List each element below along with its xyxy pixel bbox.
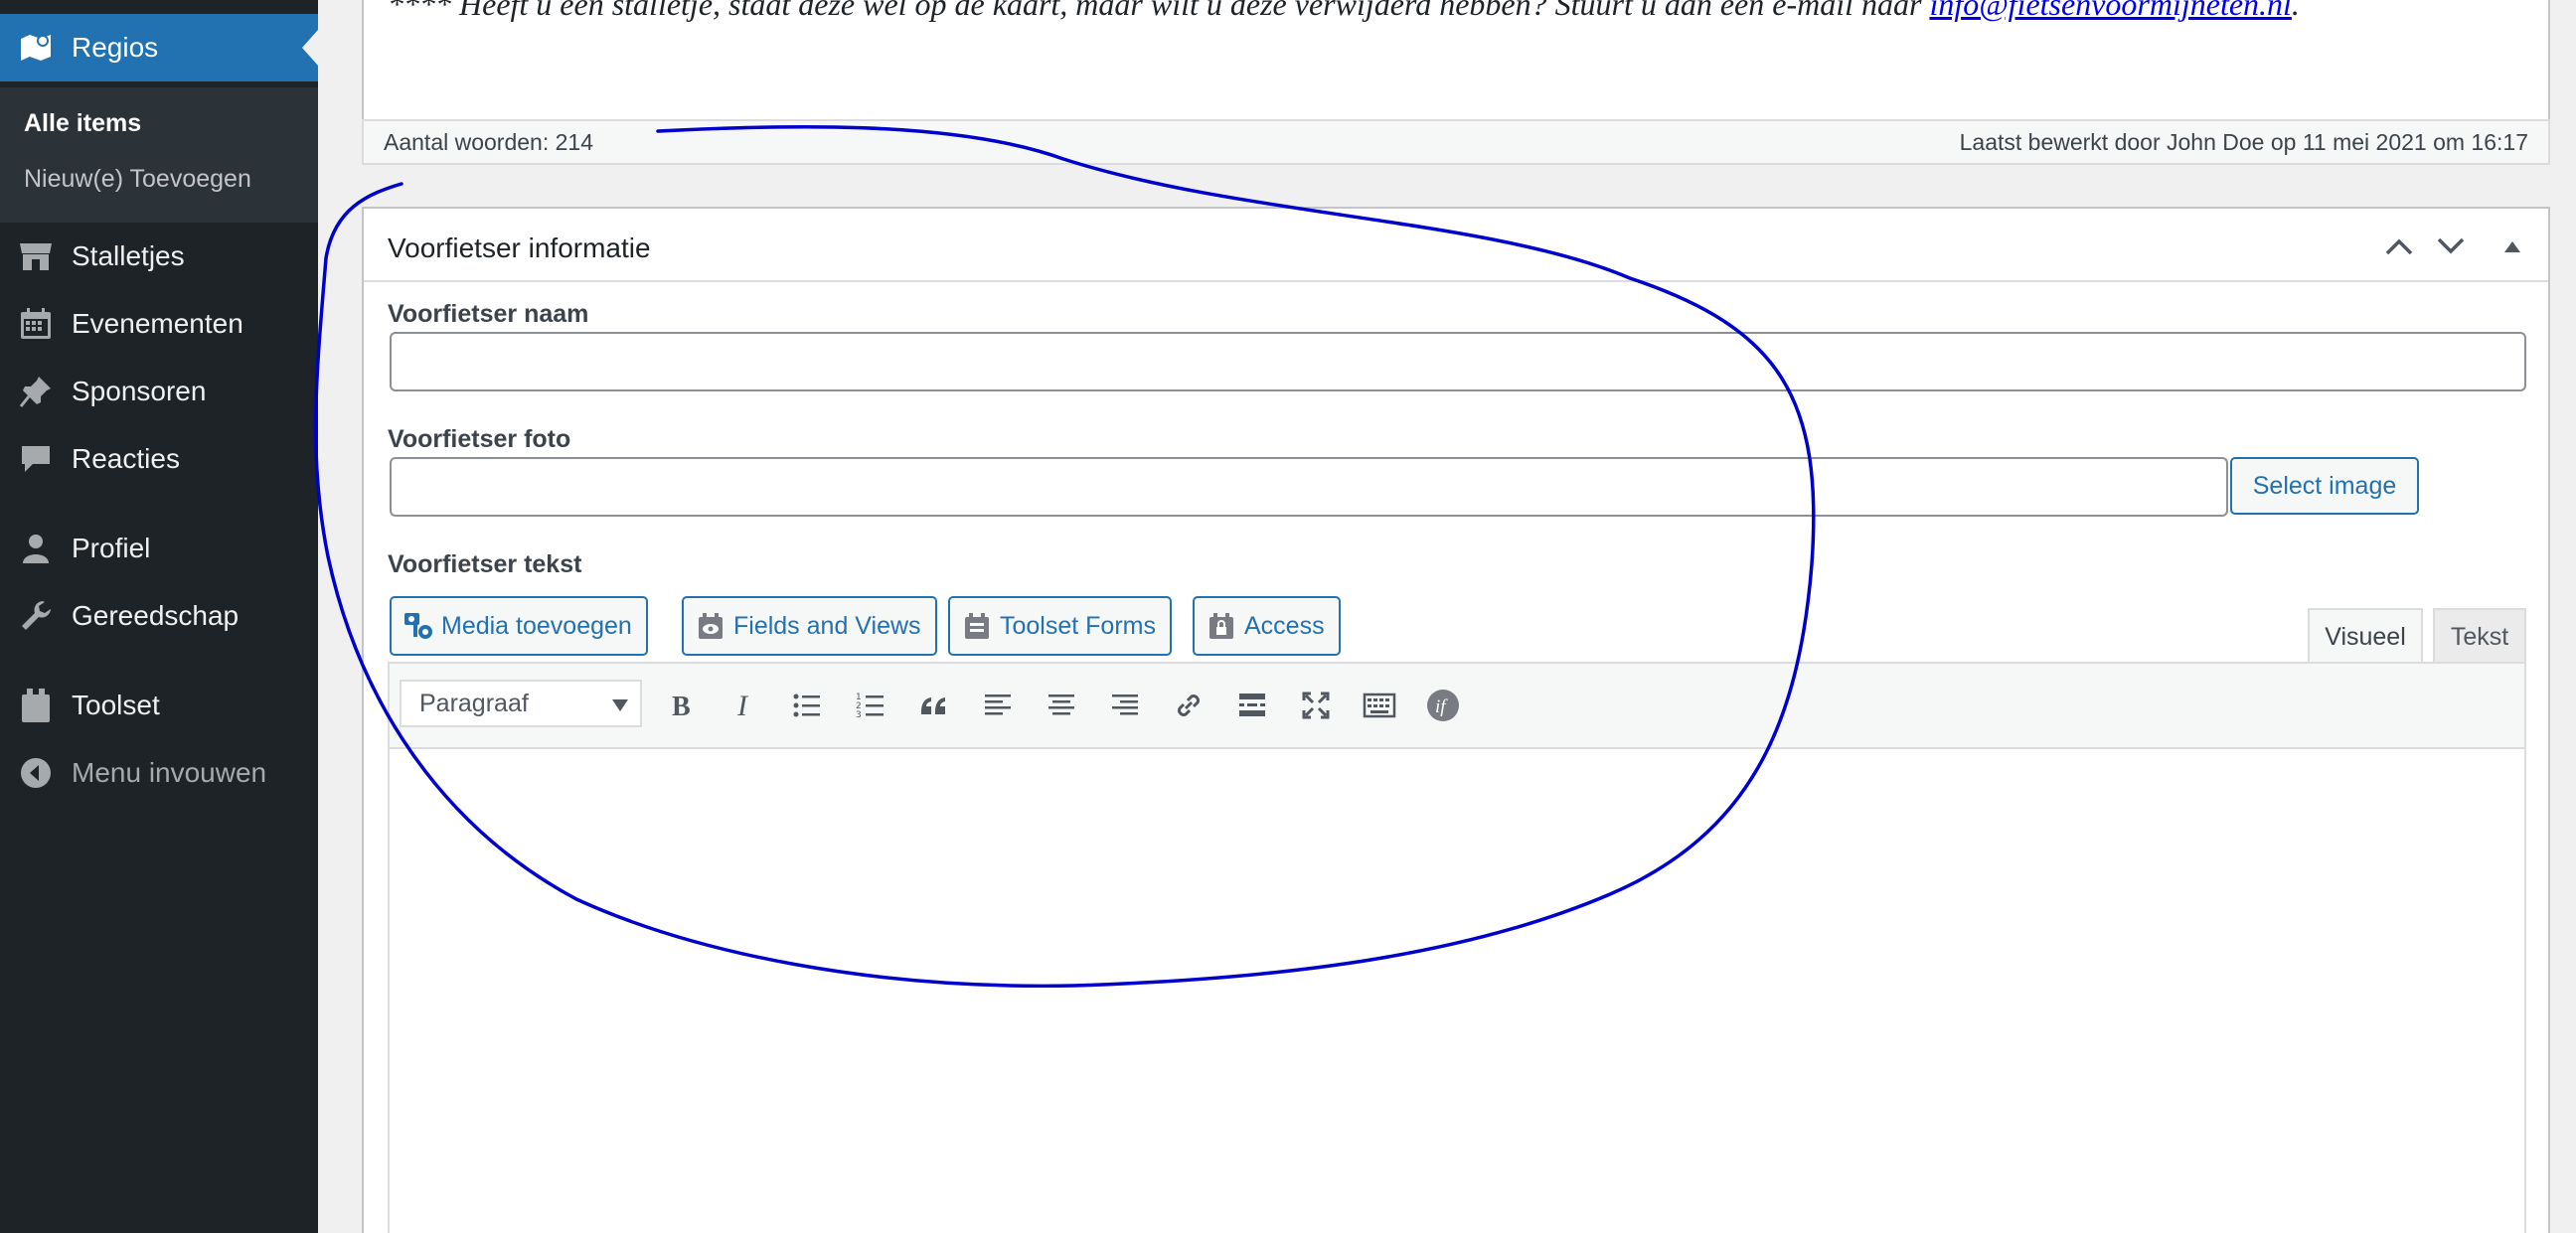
rich-text-editor[interactable]: Paragraaf B I 123 if: [388, 662, 2526, 1233]
sidebar-item-reacties[interactable]: Reacties: [0, 425, 318, 493]
submenu-item-alle-items[interactable]: Alle items: [24, 109, 141, 138]
quote-suffix: .: [2291, 0, 2300, 22]
bold-icon[interactable]: B: [656, 682, 704, 729]
sidebar-item-profiel[interactable]: Profiel: [0, 515, 318, 582]
svg-text:B: B: [672, 692, 691, 722]
bullet-list-icon[interactable]: [783, 682, 831, 729]
word-count: Aantal woorden: 214: [384, 128, 593, 155]
sidebar-item-regios[interactable]: Regios: [0, 14, 318, 81]
voorfietser-foto-input[interactable]: [390, 457, 2228, 517]
italic-icon[interactable]: I: [720, 682, 767, 729]
comment-icon: [18, 441, 54, 477]
read-more-icon[interactable]: [1228, 682, 1276, 729]
sidebar-item-toolset[interactable]: Toolset: [0, 672, 318, 739]
svg-text:3: 3: [856, 710, 862, 720]
sidebar-item-label: Toolset: [72, 690, 160, 720]
admin-sidebar: Regios Alle items Nieuw(e) Toevoegen Sta…: [0, 0, 318, 1233]
access-button[interactable]: Access: [1193, 596, 1341, 656]
collapse-arrow-icon: [18, 755, 54, 791]
sidebar-item-label: Sponsoren: [72, 376, 207, 406]
collapse-menu-label: Menu invouwen: [72, 757, 267, 788]
svg-text:I: I: [736, 690, 749, 722]
toolset-icon: [18, 688, 54, 723]
metabox-header: Voorfietser informatie: [364, 209, 2548, 282]
media-icon: [403, 611, 433, 641]
lock-icon: [1207, 611, 1236, 641]
last-edited: Laatst bewerkt door John Doe op 11 mei 2…: [1959, 128, 2528, 155]
move-down-button[interactable]: [2431, 229, 2471, 264]
voorfietser-tekst-label: Voorfietser tekst: [388, 550, 582, 578]
format-select-value: Paragraaf: [419, 689, 529, 717]
link-icon[interactable]: [1165, 682, 1212, 729]
tab-visueel[interactable]: Visueel: [2308, 608, 2423, 664]
media-toevoegen-button[interactable]: Media toevoegen: [390, 596, 648, 656]
toolbar-toggle-icon[interactable]: [1356, 682, 1403, 729]
editor-quote-text: **** Heeft u een stalletje, staat deze w…: [388, 0, 2300, 23]
toggle-panel-button[interactable]: [2493, 229, 2532, 264]
form-icon: [962, 611, 992, 641]
button-label: Media toevoegen: [441, 611, 632, 640]
wrench-icon: [18, 598, 54, 634]
metabox-title: Voorfietser informatie: [388, 232, 651, 263]
tab-tekst[interactable]: Tekst: [2433, 608, 2526, 664]
align-right-icon[interactable]: [1101, 682, 1149, 729]
sidebar-submenu: Alle items Nieuw(e) Toevoegen: [0, 87, 318, 223]
voorfietser-metabox: Voorfietser informatie Voorfietser naam …: [362, 207, 2550, 1233]
button-label: Toolset Forms: [1000, 611, 1156, 640]
email-link[interactable]: info@fietsenvoormijneten.nl: [1929, 0, 2291, 22]
move-up-button[interactable]: [2379, 229, 2419, 264]
submenu-item-nieuw-toevoegen[interactable]: Nieuw(e) Toevoegen: [24, 165, 251, 194]
quote-text: **** Heeft u een stalletje, staat deze w…: [388, 0, 1930, 22]
sidebar-item-stalletjes[interactable]: Stalletjes: [0, 223, 318, 290]
voorfietser-naam-input[interactable]: [390, 332, 2526, 391]
calendar-icon: [18, 306, 54, 342]
blockquote-icon[interactable]: [910, 682, 958, 729]
sidebar-item-label: Stalletjes: [72, 240, 185, 271]
toolset-forms-button[interactable]: Toolset Forms: [948, 596, 1172, 656]
collapse-menu-button[interactable]: Menu invouwen: [0, 739, 318, 807]
chevron-down-icon: [2437, 237, 2465, 254]
map-icon: [18, 30, 54, 66]
sidebar-item-label: Profiel: [72, 533, 151, 563]
sidebar-item-sponsoren[interactable]: Sponsoren: [0, 358, 318, 425]
fullscreen-icon[interactable]: [1292, 682, 1340, 729]
numbered-list-icon[interactable]: 123: [847, 682, 894, 729]
eye-icon: [696, 611, 725, 641]
sidebar-item-label: Gereedschap: [72, 600, 240, 631]
button-label: Access: [1244, 611, 1325, 640]
sidebar-item-label: Reacties: [72, 443, 180, 474]
sidebar-item-gereedschap[interactable]: Gereedschap: [0, 582, 318, 650]
voorfietser-naam-label: Voorfietser naam: [388, 300, 589, 328]
fields-and-views-button[interactable]: Fields and Views: [682, 596, 937, 656]
select-image-button[interactable]: Select image: [2230, 457, 2419, 515]
button-label: Fields and Views: [733, 611, 921, 640]
align-left-icon[interactable]: [974, 682, 1022, 729]
editor-toolbar: Paragraaf B I 123 if: [390, 664, 2524, 749]
format-select[interactable]: Paragraaf: [400, 680, 642, 727]
triangle-up-icon: [2504, 241, 2520, 252]
user-icon: [18, 531, 54, 566]
store-icon: [18, 238, 54, 274]
conditional-if-icon[interactable]: if: [1419, 682, 1467, 729]
voorfietser-foto-label: Voorfietser foto: [388, 425, 571, 453]
sidebar-item-evenementen[interactable]: Evenementen: [0, 290, 318, 358]
caret-down-icon: [612, 699, 628, 711]
chevron-up-icon: [2385, 238, 2413, 255]
pushpin-icon: [18, 374, 54, 409]
align-center-icon[interactable]: [1038, 682, 1085, 729]
editor-status-bar: Aantal woorden: 214 Laatst bewerkt door …: [362, 119, 2550, 165]
sidebar-item-label: Regios: [72, 32, 159, 63]
content-editor-box[interactable]: **** Heeft u een stalletje, staat deze w…: [362, 0, 2550, 121]
sidebar-item-label: Evenementen: [72, 308, 243, 339]
